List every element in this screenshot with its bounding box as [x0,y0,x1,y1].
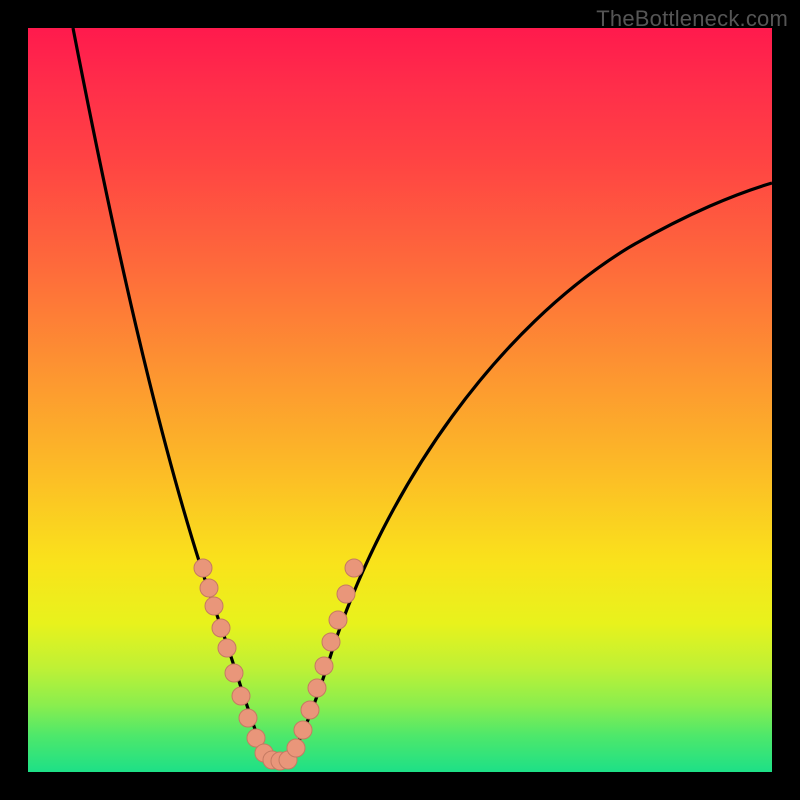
sample-dots [194,559,363,770]
watermark-text: TheBottleneck.com [596,6,788,32]
plot-area [28,28,772,772]
curve-path [73,28,772,760]
chart-frame: TheBottleneck.com [0,0,800,800]
bottleneck-curve [28,28,772,772]
